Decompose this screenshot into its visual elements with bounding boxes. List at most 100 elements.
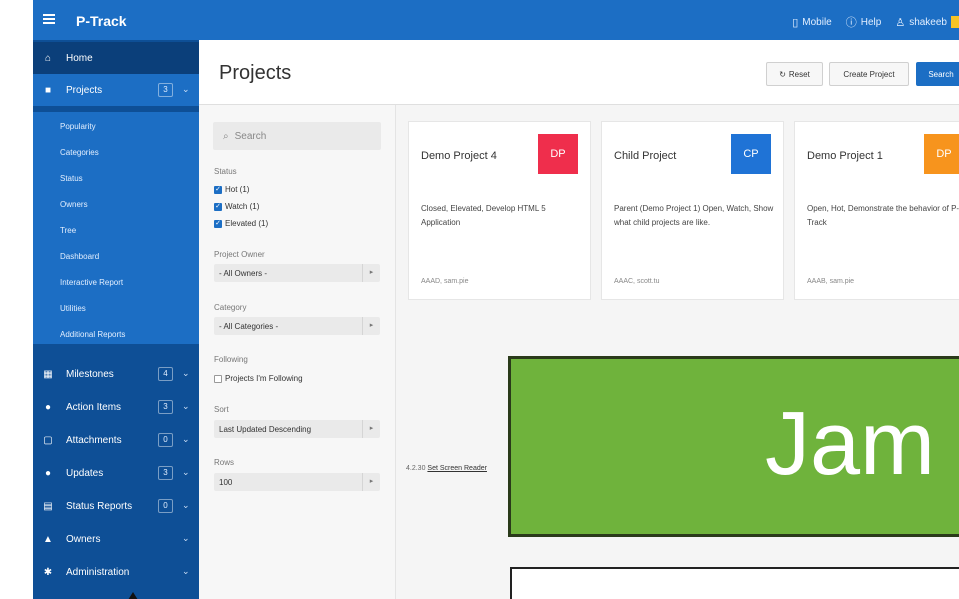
gear-icon: ✱: [43, 566, 53, 578]
sidebar-subitem-status[interactable]: Status: [60, 174, 83, 183]
status-watch-checkbox[interactable]: ✓ Watch (1): [214, 202, 259, 211]
card-description: Open, Hot, Demonstrate the behavior of P…: [807, 204, 959, 227]
sort-select-value: Last Updated Descending: [219, 424, 312, 434]
overlay-text: Jam: [765, 394, 936, 494]
checkbox-label: Projects I'm Following: [225, 374, 303, 383]
search-icon: ⌕: [223, 130, 229, 142]
following-checkbox[interactable]: Projects I'm Following: [214, 374, 303, 383]
sidebar-item-home[interactable]: ⌂ Home: [33, 42, 199, 74]
owner-select[interactable]: - All Owners - ▸: [214, 264, 380, 282]
help-link[interactable]: ⓘ Help: [846, 14, 882, 30]
create-project-button[interactable]: Create Project: [829, 62, 909, 86]
user-menu[interactable]: ♙ shakeeb: [895, 16, 959, 29]
sidebar-item-projects[interactable]: ■ Projects 3 ⌄: [33, 74, 199, 106]
mobile-label: Mobile: [802, 16, 832, 28]
card-title[interactable]: Demo Project 1: [807, 150, 883, 162]
sidebar-item-label: Status Reports: [66, 500, 133, 512]
chevron-down-icon[interactable]: ⌄: [182, 434, 190, 445]
sidebar-subitem-tree[interactable]: Tree: [60, 226, 76, 235]
sidebar-subitem-categories[interactable]: Categories: [60, 148, 99, 157]
sidebar-item-administration[interactable]: ✱ Administration ⌄: [33, 556, 199, 588]
calendar-icon: ▦: [43, 368, 53, 380]
sidebar-item-updates[interactable]: ● Updates 3 ⌄: [33, 457, 199, 489]
filters-panel: ⌕ Search Status ✓ Hot (1) ✓ Watch (1) ✓ …: [199, 105, 396, 599]
top-bar: P-Track ▯ Mobile ⓘ Help ♙ shakeeb: [33, 0, 959, 40]
category-select[interactable]: - All Categories - ▸: [214, 317, 380, 335]
app-title[interactable]: P-Track: [76, 13, 127, 29]
owner-select-value: - All Owners -: [219, 268, 268, 278]
sidebar-subitem-owners[interactable]: Owners: [60, 200, 88, 209]
card-meta: AAAC, scott.tu: [614, 278, 660, 285]
sort-label: Sort: [214, 405, 229, 414]
user-icon: ♙: [895, 16, 906, 29]
chevron-down-icon[interactable]: ⌄: [182, 401, 190, 412]
count-badge: 3: [158, 466, 173, 480]
chevron-down-icon[interactable]: ⌄: [182, 467, 190, 478]
status-elevated-checkbox[interactable]: ✓ Elevated (1): [214, 219, 268, 228]
white-overlay-panel: [510, 567, 959, 599]
project-card[interactable]: Demo Project 1 DP Open, Hot, Demonstrate…: [794, 121, 959, 300]
mouse-cursor-icon: [128, 592, 138, 599]
version-footer: 4.2.30 Set Screen Reader: [406, 465, 487, 472]
sidebar-item-status-reports[interactable]: ▤ Status Reports 0 ⌄: [33, 490, 199, 522]
sort-select[interactable]: Last Updated Descending ▸: [214, 420, 380, 438]
mobile-link[interactable]: ▯ Mobile: [792, 16, 832, 29]
sidebar-subitem-dashboard[interactable]: Dashboard: [60, 252, 99, 261]
mobile-icon: ▯: [792, 16, 799, 29]
sidebar-subitem-interactive-report[interactable]: Interactive Report: [60, 278, 123, 287]
card-title[interactable]: Demo Project 4: [421, 150, 497, 162]
search-placeholder: Search: [234, 130, 267, 142]
chevron-down-icon[interactable]: ⌄: [182, 84, 190, 95]
sidebar: ⌂ Home ■ Projects 3 ⌄ Popularity Categor…: [33, 40, 199, 599]
sidebar-item-label: Updates: [66, 467, 104, 479]
select-arrow-icon: ▸: [362, 317, 380, 335]
report-icon: ▤: [43, 500, 53, 512]
card-title[interactable]: Child Project: [614, 150, 676, 162]
chevron-down-icon[interactable]: ⌄: [182, 533, 190, 544]
count-badge: 4: [158, 367, 173, 381]
sidebar-subitem-additional-reports[interactable]: Additional Reports: [60, 330, 125, 339]
select-arrow-icon: ▸: [362, 420, 380, 438]
rows-select[interactable]: 100 ▸: [214, 473, 380, 491]
owner-label: Project Owner: [214, 250, 265, 259]
sidebar-subitem-popularity[interactable]: Popularity: [60, 122, 96, 131]
sidebar-item-attachments[interactable]: ▢ Attachments 0 ⌄: [33, 424, 199, 456]
page-title: Projects: [219, 62, 292, 84]
menu-toggle-icon[interactable]: [43, 12, 55, 26]
card-description: Closed, Elevated, Develop HTML 5 Applica…: [421, 204, 546, 227]
sidebar-item-label: Owners: [66, 533, 101, 545]
status-hot-checkbox[interactable]: ✓ Hot (1): [214, 185, 249, 194]
card-badge: CP: [731, 134, 771, 174]
checkbox-unchecked-icon: [214, 374, 222, 383]
help-icon: ⓘ: [845, 17, 857, 29]
project-card[interactable]: Demo Project 4 DP Closed, Elevated, Deve…: [408, 121, 591, 300]
select-arrow-icon: ▸: [362, 473, 380, 491]
sidebar-item-label: Action Items: [66, 401, 122, 413]
checkbox-label: Hot (1): [225, 185, 250, 194]
chevron-down-icon[interactable]: ⌄: [182, 368, 190, 379]
checkbox-checked-icon: ✓: [214, 219, 222, 228]
sidebar-item-label: Attachments: [66, 434, 122, 446]
chevron-down-icon[interactable]: ⌄: [182, 566, 190, 577]
sidebar-item-label: Home: [66, 52, 93, 64]
sidebar-item-action-items[interactable]: ● Action Items 3 ⌄: [33, 391, 199, 423]
attachment-icon: ▢: [43, 434, 53, 446]
chevron-down-icon[interactable]: ⌄: [182, 500, 190, 511]
project-card[interactable]: Child Project CP Parent (Demo Project 1)…: [601, 121, 784, 300]
search-button[interactable]: Search: [916, 62, 959, 86]
sidebar-item-owners[interactable]: ▲ Owners ⌄: [33, 523, 199, 555]
sidebar-item-label: Projects: [66, 84, 103, 96]
count-badge: 0: [158, 499, 173, 513]
category-select-value: - All Categories -: [219, 321, 279, 331]
rows-select-value: 100: [219, 477, 233, 487]
owner-icon: ▲: [43, 533, 53, 545]
sidebar-item-milestones[interactable]: ▦ Milestones 4 ⌄: [33, 358, 199, 390]
checkbox-label: Watch (1): [225, 202, 260, 211]
reset-button[interactable]: ↻ Reset: [766, 62, 823, 86]
search-input[interactable]: ⌕ Search: [213, 122, 381, 150]
screen-reader-link[interactable]: Set Screen Reader: [427, 465, 487, 472]
projects-icon: ■: [44, 84, 52, 96]
card-badge: DP: [538, 134, 578, 174]
sidebar-subitem-utilities[interactable]: Utilities: [60, 304, 86, 313]
green-overlay-panel: Jam: [508, 356, 959, 537]
